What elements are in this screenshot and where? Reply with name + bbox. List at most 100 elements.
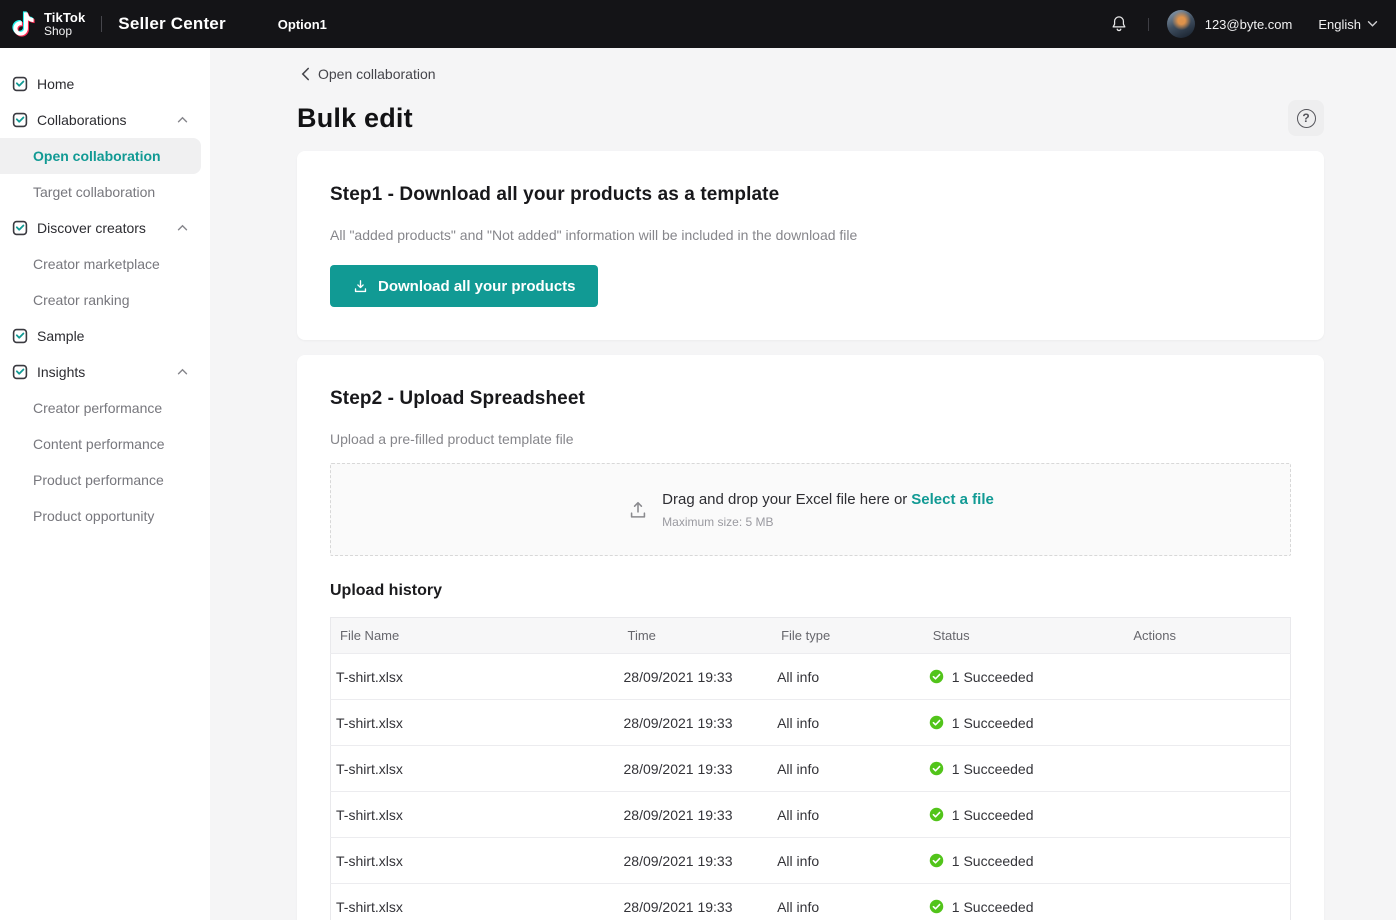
sidebar-item-creator-ranking[interactable]: Creator ranking: [0, 282, 210, 318]
column-header-actions: Actions: [1133, 628, 1177, 643]
sidebar-item-label: Open collaboration: [33, 148, 161, 164]
sidebar-item-label: Product opportunity: [33, 508, 155, 524]
notifications-button[interactable]: [1108, 13, 1130, 35]
chevron-up-icon: [177, 224, 188, 232]
page-title: Bulk edit: [297, 102, 413, 133]
status-text: 1 Succeeded: [951, 806, 1034, 823]
logo-wordmark: TikTok Shop: [44, 11, 85, 37]
file-name-cell: T-shirt.xlsx: [336, 806, 403, 823]
tiktok-shop-logo[interactable]: TikTok Shop: [10, 9, 85, 39]
status-badge: 1 Succeeded: [929, 654, 1125, 699]
help-icon: ?: [1296, 108, 1316, 128]
language-selector[interactable]: English: [1318, 17, 1378, 32]
step2-card: Step2 - Upload Spreadsheet Upload a pre-…: [297, 355, 1324, 920]
breadcrumb[interactable]: Open collaboration: [301, 66, 1324, 82]
table-header: File Name Time File type Status Actions: [330, 617, 1291, 654]
sidebar-item-label: Content performance: [33, 436, 165, 452]
download-button-label: Download all your products: [378, 277, 576, 295]
table-row: T-shirt.xlsx 28/09/2021 19:33 All info 1 Su…: [330, 745, 1291, 792]
sidebar-item-creator-performance[interactable]: Creator performance: [0, 390, 210, 426]
status-badge: 1 Succeeded: [929, 746, 1125, 791]
file-type-cell: All info: [777, 852, 820, 869]
upload-history-title: Upload history: [330, 582, 443, 599]
chevron-up-icon: [177, 368, 188, 376]
actions-cell: [1124, 746, 1290, 792]
file-dropzone[interactable]: Drag and drop your Excel file here or Sel…: [330, 463, 1291, 556]
status-text: 1 Succeeded: [951, 668, 1034, 685]
column-header-file-type: File type: [781, 628, 831, 643]
success-icon: [929, 761, 944, 776]
sidebar-item-home[interactable]: Home: [0, 66, 210, 102]
language-label: English: [1318, 16, 1361, 32]
step2-heading: Step2 - Upload Spreadsheet: [330, 388, 585, 409]
sidebar-item-insights[interactable]: Insights: [0, 354, 210, 390]
file-name-cell: T-shirt.xlsx: [336, 898, 403, 915]
status-cell: 1 Succeeded: [924, 838, 1125, 884]
file-type-cell: All info: [777, 898, 820, 915]
topbar-menu-option1[interactable]: Option1: [278, 17, 327, 32]
step1-description: All "added products" and "Not added" inf…: [330, 227, 858, 243]
main-content: Open collaboration Bulk edit ? Step1 - D…: [210, 48, 1396, 920]
status-cell: 1 Succeeded: [924, 746, 1125, 792]
help-button[interactable]: ?: [1288, 100, 1324, 136]
sidebar-item-label: Discover creators: [37, 220, 146, 236]
account-email[interactable]: 123@byte.com: [1205, 17, 1293, 32]
upload-history-table: File Name Time File type Status Actions T-sh…: [330, 617, 1291, 920]
tiktok-note-icon: [12, 11, 35, 37]
status-cell: 1 Succeeded: [924, 792, 1125, 838]
time-cell: 28/09/2021 19:33: [623, 714, 733, 731]
table-row: T-shirt.xlsx 28/09/2021 19:33 All info 1 Su…: [330, 653, 1291, 700]
sidebar-item-creator-marketplace[interactable]: Creator marketplace: [0, 246, 210, 282]
status-badge: 1 Succeeded: [929, 792, 1125, 837]
file-name-cell: T-shirt.xlsx: [336, 852, 403, 869]
status-text: 1 Succeeded: [951, 714, 1034, 731]
sidebar-item-label: Target collaboration: [33, 184, 156, 200]
sidebar-item-label: Sample: [37, 328, 85, 344]
sidebar-item-collaborations[interactable]: Collaborations: [0, 102, 210, 138]
time-cell: 28/09/2021 19:33: [623, 668, 733, 685]
status-cell: 1 Succeeded: [924, 700, 1125, 746]
status-text: 1 Succeeded: [951, 898, 1034, 915]
sidebar-item-label: Home: [37, 76, 75, 92]
time-cell: 28/09/2021 19:33: [623, 898, 733, 915]
chevron-up-icon: [177, 116, 188, 124]
step2-description: Upload a pre-filled product template fil…: [330, 431, 574, 447]
topbar-right: 123@byte.com English: [1108, 10, 1378, 38]
actions-cell: [1124, 654, 1290, 700]
actions-cell: [1124, 884, 1290, 920]
avatar[interactable]: [1166, 10, 1195, 38]
nav-sample-icon: [12, 328, 28, 344]
topbar-divider: [101, 16, 103, 32]
sidebar-item-product-opportunity[interactable]: Product opportunity: [0, 498, 210, 534]
success-icon: [929, 899, 944, 914]
time-cell: 28/09/2021 19:33: [623, 806, 733, 823]
sidebar-item-open-collaboration[interactable]: Open collaboration: [0, 138, 201, 174]
table-row: T-shirt.xlsx 28/09/2021 19:33 All info 1 Su…: [330, 837, 1291, 884]
status-text: 1 Succeeded: [951, 852, 1034, 869]
success-icon: [929, 853, 944, 868]
status-cell: 1 Succeeded: [924, 654, 1125, 700]
select-file-link[interactable]: Select a file: [911, 491, 994, 508]
column-header-time: Time: [627, 628, 656, 643]
app-name: Seller Center: [118, 14, 226, 33]
status-text: 1 Succeeded: [951, 760, 1034, 777]
sidebar-item-label: Creator ranking: [33, 292, 130, 308]
actions-cell: [1124, 838, 1290, 884]
nav-collaborations-icon: [12, 112, 28, 128]
download-products-button[interactable]: Download all your products: [330, 265, 598, 307]
sidebar-item-label: Creator marketplace: [33, 256, 160, 272]
nav-insights-icon: [12, 364, 28, 380]
sidebar-item-sample[interactable]: Sample: [0, 318, 210, 354]
sidebar-item-label: Product performance: [33, 472, 164, 488]
download-icon: [354, 279, 367, 292]
success-icon: [929, 715, 944, 730]
sidebar-item-discover-creators[interactable]: Discover creators: [0, 210, 210, 246]
table-row: T-shirt.xlsx 28/09/2021 19:33 All info 1 Su…: [330, 699, 1291, 746]
sidebar-item-product-performance[interactable]: Product performance: [0, 462, 210, 498]
sidebar: Home Collaborations Open collaboration Targ…: [0, 48, 210, 920]
sidebar-item-content-performance[interactable]: Content performance: [0, 426, 210, 462]
bell-icon: [1112, 16, 1126, 32]
sidebar-item-target-collaboration[interactable]: Target collaboration: [0, 174, 210, 210]
file-type-cell: All info: [777, 760, 820, 777]
status-badge: 1 Succeeded: [929, 700, 1125, 745]
